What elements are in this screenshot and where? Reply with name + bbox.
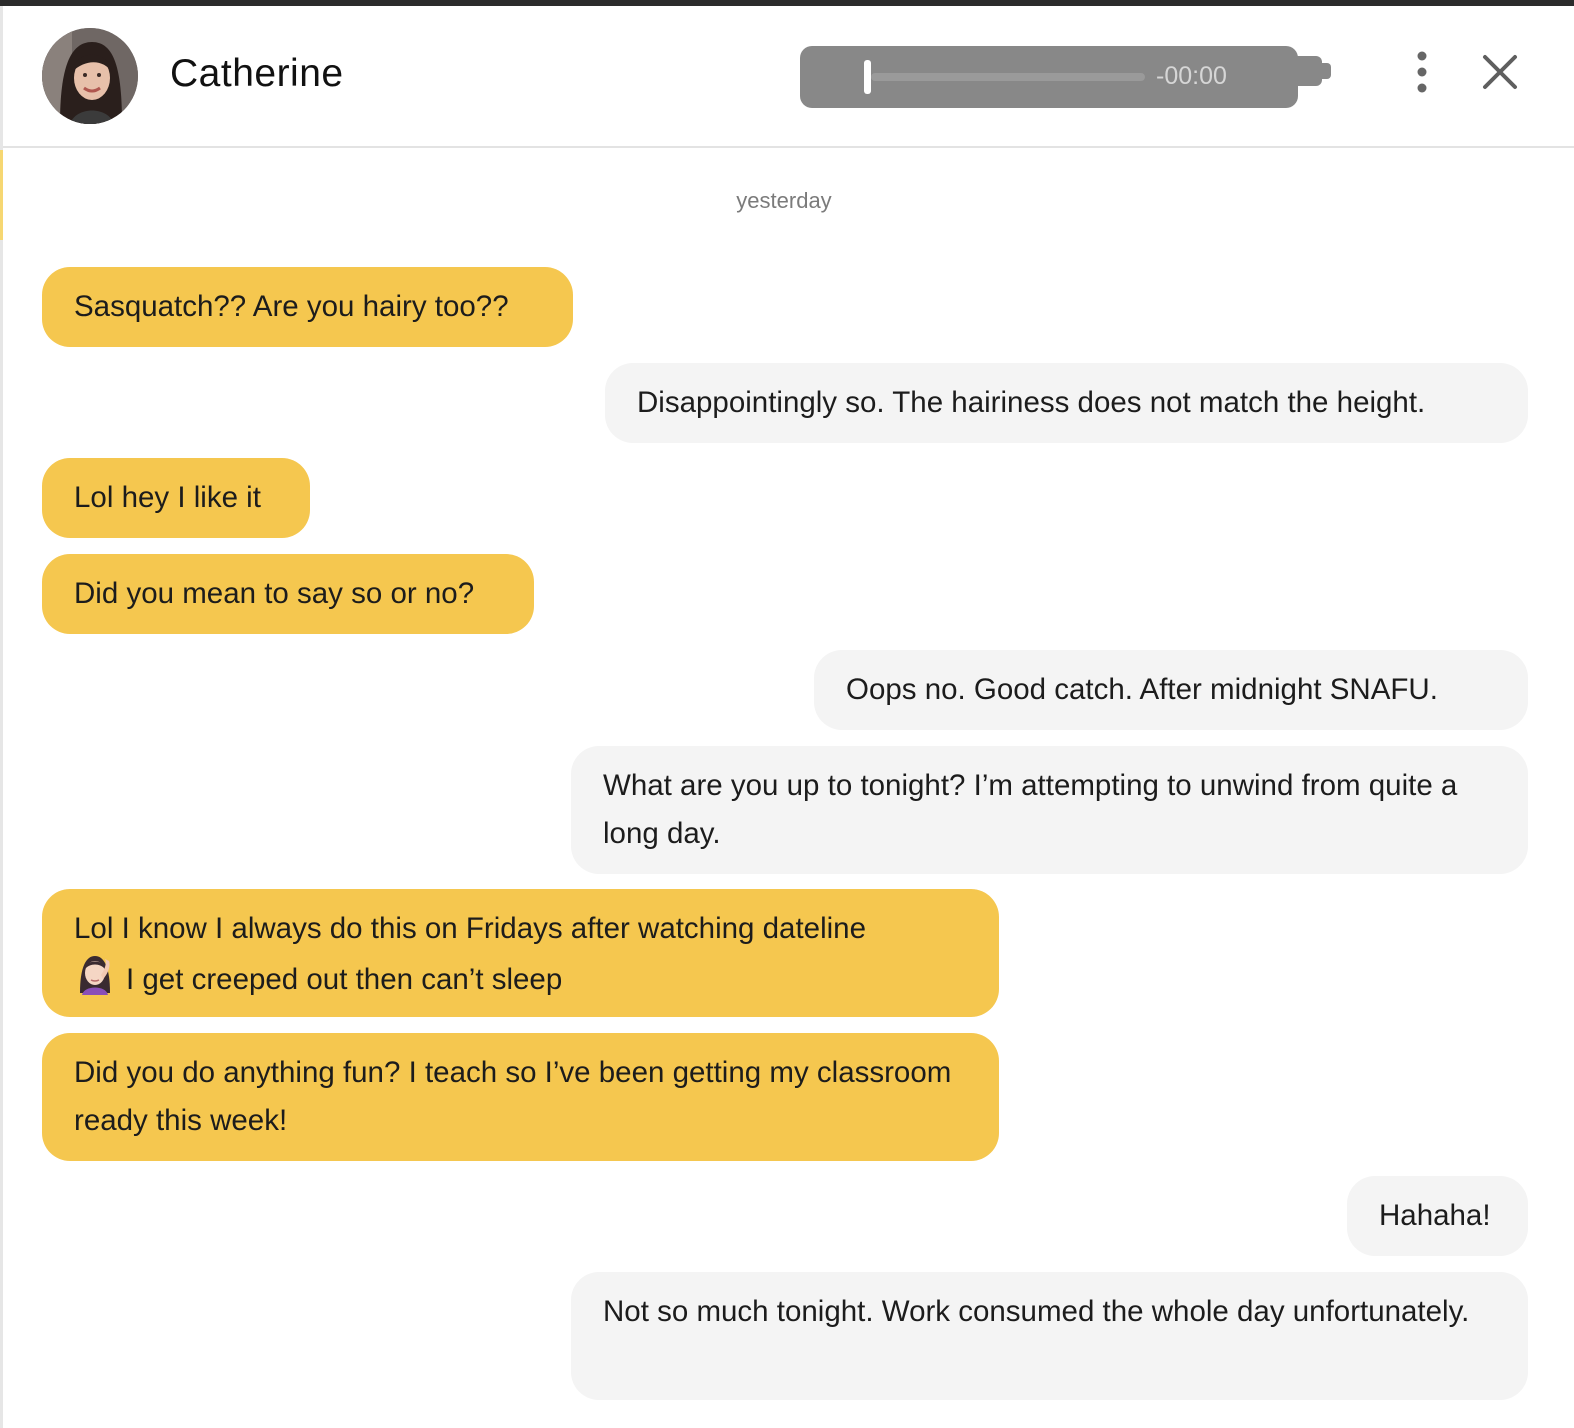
message-incoming[interactable]: Lol I know I always do this on Fridays a… bbox=[42, 889, 999, 1017]
message-text: Disappointingly so. The hairiness does n… bbox=[637, 386, 1426, 419]
audio-progress-track[interactable] bbox=[871, 73, 1145, 81]
message-text: Hahaha! bbox=[1379, 1199, 1491, 1232]
audio-scrubber-handle[interactable] bbox=[864, 60, 871, 94]
audio-volume-cap bbox=[1296, 56, 1322, 86]
chat-header: Catherine bbox=[3, 6, 1574, 148]
message-text-line-1: Lol I know I always do this on Fridays a… bbox=[74, 912, 866, 945]
audio-player[interactable]: -00:00 bbox=[800, 46, 1298, 108]
message-outgoing[interactable]: Not so much tonight. Work consumed the w… bbox=[571, 1272, 1528, 1400]
message-text: Did you do anything fun? I teach so I’ve… bbox=[74, 1056, 952, 1137]
message-outgoing[interactable]: What are you up to tonight? I’m attempti… bbox=[571, 746, 1528, 874]
message-text: Sasquatch?? Are you hairy too?? bbox=[74, 290, 509, 323]
close-icon[interactable] bbox=[1480, 52, 1520, 92]
message-text: What are you up to tonight? I’m attempti… bbox=[603, 769, 1458, 850]
woman-facepalming-emoji-icon bbox=[74, 953, 116, 995]
chat-window: Catherine -00:00 yesterday Sasquatch?? A… bbox=[0, 0, 1574, 1428]
message-outgoing[interactable]: Disappointingly so. The hairiness does n… bbox=[605, 363, 1528, 443]
audio-time: -00:00 bbox=[1156, 62, 1227, 90]
message-incoming[interactable]: Did you do anything fun? I teach so I’ve… bbox=[42, 1033, 999, 1161]
message-text: Lol hey I like it bbox=[74, 481, 261, 514]
message-outgoing[interactable]: Oops no. Good catch. After midnight SNAF… bbox=[814, 650, 1528, 730]
more-vertical-icon[interactable] bbox=[1404, 48, 1440, 96]
avatar[interactable] bbox=[42, 28, 138, 124]
message-incoming[interactable]: Sasquatch?? Are you hairy too?? bbox=[42, 267, 573, 347]
message-outgoing[interactable]: Hahaha! bbox=[1347, 1176, 1528, 1256]
message-text: Not so much tonight. Work consumed the w… bbox=[603, 1295, 1470, 1328]
message-text: Oops no. Good catch. After midnight SNAF… bbox=[846, 673, 1438, 706]
date-separator: yesterday bbox=[736, 188, 832, 213]
message-incoming[interactable]: Lol hey I like it bbox=[42, 458, 310, 538]
contact-name[interactable]: Catherine bbox=[170, 52, 344, 96]
message-incoming[interactable]: Did you mean to say so or no? bbox=[42, 554, 534, 634]
message-text: Did you mean to say so or no? bbox=[74, 577, 475, 610]
message-text-line-2: I get creeped out then can’t sleep bbox=[126, 963, 563, 996]
audio-volume-tip bbox=[1322, 63, 1331, 79]
